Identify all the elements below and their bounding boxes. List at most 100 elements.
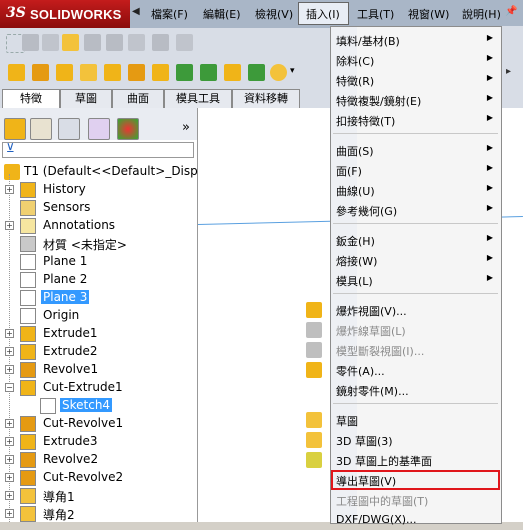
insert-menu-item[interactable]: 特徵複製/鏡射(E) ▶ (331, 90, 500, 110)
submenu-arrow-icon: ▶ (486, 53, 493, 62)
revolved-cut-icon[interactable] (152, 64, 169, 81)
menu-insert[interactable]: 插入(I) (306, 6, 340, 22)
tree-expander-icon[interactable]: + (5, 473, 14, 482)
menu-item-label: 特徵複製/鏡射(E) (336, 95, 422, 108)
insert-menu-item[interactable]: 爆炸視圖(V)... (331, 300, 500, 320)
tree-item[interactable]: + Cut-Revolve1 (0, 414, 197, 432)
tree-item[interactable]: + Extrude2 (0, 342, 197, 360)
display-manager-tab-icon[interactable] (117, 118, 139, 140)
solidworks-logo[interactable]: 3S SOLIDWORKS (0, 0, 130, 28)
lofted-boss-icon[interactable] (80, 64, 97, 81)
tree-item[interactable]: + Extrude1 (0, 324, 197, 342)
tab-surfaces[interactable]: 曲面 (112, 89, 164, 108)
menu-view[interactable]: 檢視(V) (255, 6, 293, 22)
property-manager-tab-icon[interactable] (30, 118, 52, 140)
trim-icon[interactable] (84, 34, 101, 51)
tab-sketch[interactable]: 草圖 (60, 89, 112, 108)
insert-menu-item[interactable]: 參考幾何(G) ▶ (331, 200, 500, 220)
insert-menu-item[interactable]: 導出草圖(V) (331, 470, 500, 490)
insert-menu-item[interactable]: 鏡射零件(M)... (331, 380, 500, 400)
feature-manager-tab-icon[interactable] (4, 118, 26, 140)
menu-edit[interactable]: 編輯(E) (203, 6, 241, 22)
tree-item[interactable]: + Annotations (0, 216, 197, 234)
insert-menu-item[interactable]: 曲線(U) ▶ (331, 180, 500, 200)
tree-item[interactable]: + Cut-Revolve2 (0, 468, 197, 486)
extruded-cut-icon[interactable] (104, 64, 121, 81)
pin-icon[interactable]: 📌 (505, 6, 517, 17)
rib-icon[interactable] (224, 64, 241, 81)
tree-expander-icon[interactable]: + (5, 185, 14, 194)
insert-menu-item[interactable]: 鈑金(H) ▶ (331, 230, 500, 250)
insert-menu-item[interactable]: DXF/DWG(X)... (331, 510, 500, 530)
tree-item[interactable]: − Cut-Extrude1 (0, 378, 197, 396)
insert-menu-item[interactable]: 熔接(W) ▶ (331, 250, 500, 270)
tree-root-label[interactable]: T1 (Default<<Default>_Displa (24, 164, 208, 178)
insert-menu-item[interactable]: 零件(A)... (331, 360, 500, 380)
insert-menu-item[interactable]: 3D 草圖上的基準面 (331, 450, 500, 470)
tab-mold-tools[interactable]: 模具工具 (164, 89, 232, 108)
tab-data-migration[interactable]: 資料移轉 (232, 89, 300, 108)
smart-dimension-icon[interactable] (42, 34, 59, 51)
dimxpert-tab-icon[interactable] (88, 118, 110, 140)
dropdown-arrow-icon[interactable]: ▾ (290, 66, 295, 76)
insert-menu-item[interactable]: 除料(C) ▶ (331, 50, 500, 70)
offset-icon[interactable] (128, 34, 145, 51)
tree-item[interactable]: + Revolve1 (0, 360, 197, 378)
tree-filter-field[interactable] (2, 142, 194, 158)
fillet-icon[interactable] (176, 64, 193, 81)
tree-item[interactable]: Plane 1 (0, 252, 197, 270)
configuration-manager-tab-icon[interactable] (58, 118, 80, 140)
chevron-right-icon[interactable]: ▸ (506, 66, 511, 77)
menu-window[interactable]: 視窗(W) (408, 6, 449, 22)
chamfer-tool-icon[interactable] (200, 64, 217, 81)
insert-menu-item[interactable]: 面(F) ▶ (331, 160, 500, 180)
shell-icon[interactable] (248, 64, 265, 81)
sketch-tool-icon[interactable] (22, 34, 39, 51)
tree-expander-icon[interactable]: + (5, 455, 14, 464)
pattern-icon[interactable] (176, 34, 193, 51)
tree-expander-icon[interactable]: + (5, 437, 14, 446)
tree-item[interactable]: Plane 3 (0, 288, 197, 306)
tree-item[interactable]: Sketch4 (0, 396, 197, 414)
menu-help[interactable]: 說明(H) (462, 6, 501, 22)
tree-item[interactable]: + History (0, 180, 197, 198)
sketch-entity-icon[interactable] (62, 34, 79, 51)
menu-file[interactable]: 檔案(F) (151, 6, 188, 22)
revolved-boss-icon[interactable] (32, 64, 49, 81)
tree-item[interactable]: Sensors (0, 198, 197, 216)
tree-item[interactable]: + 導角1 (0, 486, 197, 504)
mirror-icon[interactable] (152, 34, 169, 51)
extruded-boss-icon[interactable] (8, 64, 25, 81)
tree-expander-icon[interactable]: + (5, 347, 14, 356)
menu-item-label: 除料(C) (336, 55, 375, 68)
tree-item[interactable]: Origin (0, 306, 197, 324)
insert-menu-item[interactable]: 扣接特徵(T) ▶ (331, 110, 500, 130)
swept-boss-icon[interactable] (56, 64, 73, 81)
menu-expand-arrow-icon[interactable]: ◀ (132, 6, 140, 17)
tree-item[interactable]: 材質 <未指定> (0, 234, 197, 252)
tree-expander-icon[interactable]: + (5, 419, 14, 428)
insert-menu-item[interactable]: 特徵(R) ▶ (331, 70, 500, 90)
hole-wizard-icon[interactable] (128, 64, 145, 81)
tree-item[interactable]: Plane 2 (0, 270, 197, 288)
tree-expander-icon[interactable]: + (5, 491, 14, 500)
tree-item[interactable]: + 導角2 (0, 504, 197, 522)
tree-expander-icon[interactable]: + (5, 221, 14, 230)
tree-item[interactable]: + Extrude3 (0, 432, 197, 450)
tree-item[interactable]: + Revolve2 (0, 450, 197, 468)
tab-features[interactable]: 特徵 (2, 89, 60, 108)
insert-menu-item[interactable]: 模具(L) ▶ (331, 270, 500, 290)
draft-icon[interactable] (270, 64, 287, 81)
convert-icon[interactable] (106, 34, 123, 51)
menu-tools[interactable]: 工具(T) (357, 6, 394, 22)
tree-expander-icon[interactable]: + (5, 365, 14, 374)
tree-expander-icon[interactable]: + (5, 329, 14, 338)
insert-menu-item[interactable]: 3D 草圖(3) (331, 430, 500, 450)
more-tabs-icon[interactable]: » (182, 120, 190, 135)
menu-item-label: 零件(A)... (336, 365, 385, 378)
insert-menu-item[interactable]: 填料/基材(B) ▶ (331, 30, 500, 50)
insert-menu-item[interactable]: 草圖 (331, 410, 500, 430)
insert-menu-item[interactable]: 曲面(S) ▶ (331, 140, 500, 160)
tree-expander-icon[interactable]: − (5, 383, 14, 392)
tree-expander-icon[interactable]: + (5, 509, 14, 518)
